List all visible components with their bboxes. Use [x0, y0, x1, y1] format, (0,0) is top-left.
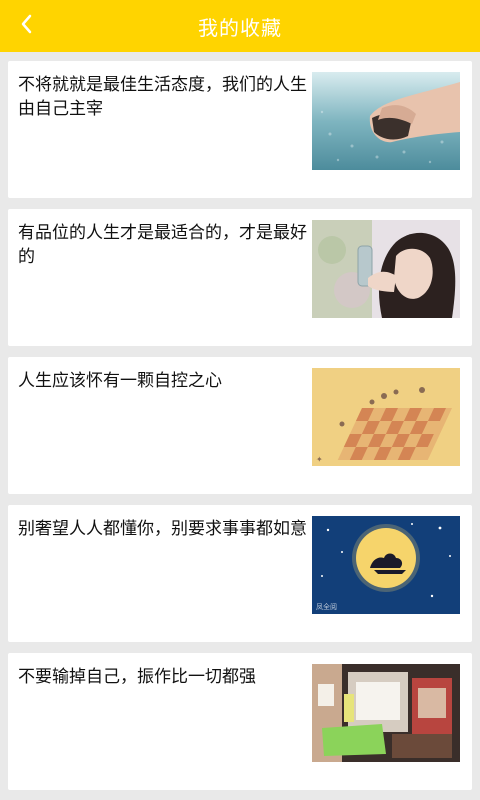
favorite-title: 有品位的人生才是最适合的，才是最好的: [18, 223, 307, 267]
favorite-title: 不将就就是最佳生活态度，我们的人生由自己主宰: [18, 75, 307, 119]
page-title: 我的收藏: [198, 15, 282, 40]
favorite-item[interactable]: 人生应该怀有一颗自控之心 ✦: [8, 357, 472, 494]
favorite-item[interactable]: 不要输掉自己，振作比一切都强: [8, 653, 472, 790]
svg-text:✦: ✦: [316, 455, 323, 464]
favorite-thumbnail: [312, 72, 460, 170]
favorite-title: 别奢望人人都懂你，别要求事事都如意: [18, 519, 307, 539]
favorite-title: 人生应该怀有一颗自控之心: [18, 371, 222, 391]
favorite-thumbnail: 凤全阅: [312, 516, 460, 614]
favorite-thumbnail: [312, 664, 460, 762]
favorite-item[interactable]: 不将就就是最佳生活态度，我们的人生由自己主宰: [8, 61, 472, 198]
back-button[interactable]: [0, 0, 52, 52]
chevron-left-icon: [19, 13, 33, 39]
app-bar: 我的收藏: [0, 0, 480, 52]
thumbnail-caption: 凤全阅: [316, 602, 337, 611]
favorite-item[interactable]: 有品位的人生才是最适合的，才是最好的: [8, 209, 472, 346]
favorite-item[interactable]: 别奢望人人都懂你，别要求事事都如意 凤全阅: [8, 505, 472, 642]
favorite-title: 不要输掉自己，振作比一切都强: [18, 667, 256, 687]
favorite-thumbnail: [312, 220, 460, 318]
favorite-thumbnail: ✦: [312, 368, 460, 466]
